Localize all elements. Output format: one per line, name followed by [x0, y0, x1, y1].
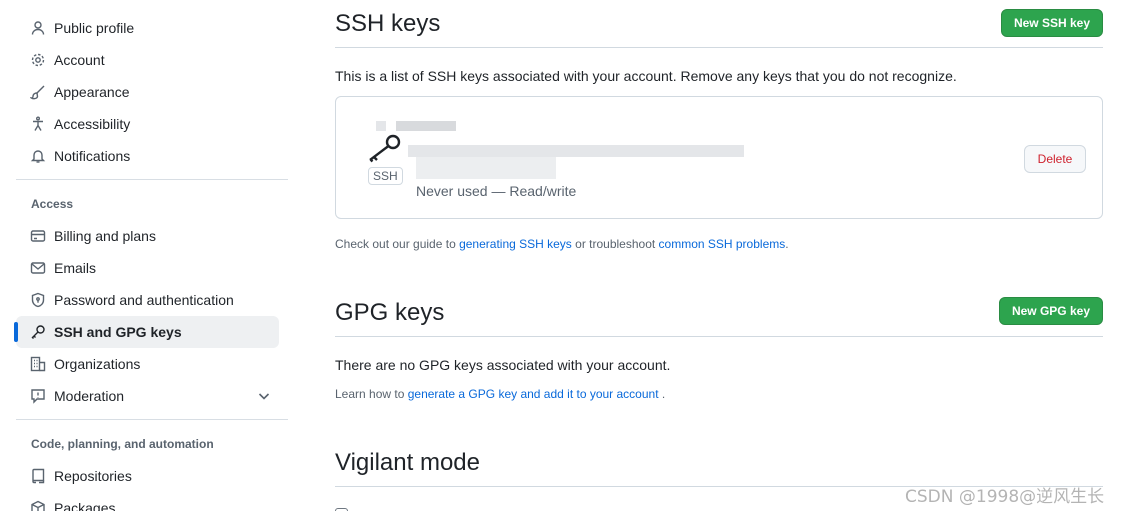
key-icon	[30, 324, 46, 340]
accessibility-icon	[30, 116, 46, 132]
sidebar-item-packages[interactable]: Packages	[16, 492, 288, 511]
credit-card-icon	[30, 228, 46, 244]
gpg-empty-text: There are no GPG keys associated with yo…	[335, 357, 671, 373]
person-icon	[30, 20, 46, 36]
ssh-key-item: SSH Never used — Read/write Delete	[335, 96, 1103, 219]
gpg-keys-header: GPG keys New GPG key	[335, 289, 1103, 337]
key-icon	[369, 134, 401, 163]
sidebar-item-notifications[interactable]: Notifications	[16, 140, 288, 172]
generating-ssh-keys-link[interactable]: generating SSH keys	[459, 237, 572, 251]
common-ssh-problems-link[interactable]: common SSH problems	[659, 237, 786, 251]
sidebar-item-label: SSH and GPG keys	[54, 324, 182, 340]
mail-icon	[30, 260, 46, 276]
sidebar-item-label: Account	[54, 52, 105, 68]
ssh-guide-text: Check out our guide to generating SSH ke…	[335, 237, 789, 251]
delete-ssh-key-button[interactable]: Delete	[1024, 145, 1086, 173]
ssh-keys-header: SSH keys New SSH key	[335, 0, 1103, 48]
redacted-key-fingerprint	[408, 145, 744, 157]
sidebar-item-moderation[interactable]: Moderation	[16, 380, 288, 412]
sidebar-item-billing[interactable]: Billing and plans	[16, 220, 288, 252]
generate-gpg-key-link[interactable]: generate a GPG key and add it to your ac…	[408, 387, 659, 401]
settings-page: Public profile Account Appearance Access…	[0, 0, 1136, 511]
vigilant-mode-header: Vigilant mode	[335, 439, 1103, 487]
sidebar-item-label: Public profile	[54, 20, 135, 36]
sidebar-item-organizations[interactable]: Organizations	[16, 348, 288, 380]
bell-icon	[30, 148, 46, 164]
ssh-key-usage: Never used — Read/write	[416, 183, 577, 199]
sidebar-item-account[interactable]: Account	[16, 44, 288, 76]
gpg-learn-suffix: .	[658, 387, 666, 401]
main-content: SSH keys New SSH key This is a list of S…	[335, 0, 1103, 511]
sidebar-heading-automation: Code, planning, and automation	[31, 437, 214, 451]
sidebar-item-label: Appearance	[54, 84, 130, 100]
sidebar-item-ssh-gpg-keys[interactable]: SSH and GPG keys	[14, 316, 279, 348]
sidebar-item-label: Repositories	[54, 468, 132, 484]
gpg-keys-title: GPG keys	[335, 298, 445, 326]
organization-icon	[30, 356, 46, 372]
sidebar-item-label: Emails	[54, 260, 97, 276]
new-ssh-key-button[interactable]: New SSH key	[1000, 9, 1103, 37]
ssh-keys-title: SSH keys	[335, 9, 441, 37]
gpg-learn-prefix: Learn how to	[335, 387, 408, 401]
sidebar-item-label: Organizations	[54, 356, 141, 372]
ssh-key-type-badge: SSH	[368, 167, 403, 185]
sidebar-item-label: Notifications	[54, 148, 131, 164]
package-icon	[30, 500, 46, 511]
redacted-key-fingerprint	[416, 157, 556, 179]
ssh-guide-suffix: .	[785, 237, 789, 251]
ssh-guide-middle: or troubleshoot	[571, 237, 659, 251]
sidebar-item-public-profile[interactable]: Public profile	[16, 12, 288, 44]
report-icon	[30, 388, 46, 404]
repo-icon	[30, 468, 46, 484]
sidebar-item-appearance[interactable]: Appearance	[16, 76, 288, 108]
ssh-guide-prefix: Check out our guide to	[335, 237, 460, 251]
sidebar-item-label: Billing and plans	[54, 228, 156, 244]
sidebar-divider	[16, 419, 288, 420]
chevron-down-icon[interactable]	[256, 388, 272, 404]
ssh-keys-description: This is a list of SSH keys associated wi…	[335, 68, 957, 84]
watermark-text: CSDN @1998@逆风生长	[905, 487, 1105, 507]
sidebar-item-label: Packages	[54, 500, 116, 511]
sidebar-item-label: Moderation	[54, 388, 125, 404]
sidebar-item-label: Password and authentication	[54, 292, 234, 308]
settings-sidebar: Public profile Account Appearance Access…	[14, 0, 288, 511]
sidebar-divider	[16, 179, 288, 180]
sidebar-item-accessibility[interactable]: Accessibility	[16, 108, 288, 140]
gear-icon	[30, 52, 46, 68]
sidebar-item-password-auth[interactable]: Password and authentication	[16, 284, 288, 316]
paintbrush-icon	[30, 84, 46, 100]
redacted-key-title	[376, 121, 386, 131]
sidebar-item-emails[interactable]: Emails	[16, 252, 288, 284]
sidebar-item-label: Accessibility	[54, 116, 131, 132]
new-gpg-key-button[interactable]: New GPG key	[998, 297, 1103, 325]
gpg-learn-text: Learn how to generate a GPG key and add …	[335, 387, 665, 401]
sidebar-item-repositories[interactable]: Repositories	[16, 460, 288, 492]
sidebar-heading-access: Access	[31, 197, 74, 211]
redacted-key-title	[396, 121, 456, 131]
vigilant-mode-title: Vigilant mode	[335, 448, 480, 476]
shield-lock-icon	[30, 292, 46, 308]
